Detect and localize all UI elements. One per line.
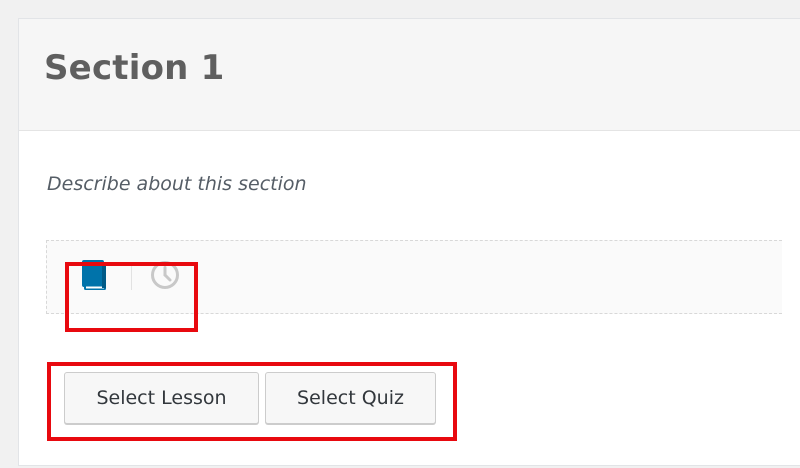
book-icon xyxy=(82,260,106,290)
icon-divider xyxy=(131,262,132,290)
clock-icon xyxy=(151,261,179,289)
select-quiz-button[interactable]: Select Quiz xyxy=(265,372,436,424)
select-lesson-button[interactable]: Select Lesson xyxy=(64,372,259,424)
page-canvas: Section 1 Describe about this section Se… xyxy=(0,0,800,468)
section-title[interactable]: Section 1 xyxy=(44,48,224,88)
lesson-type-toggle[interactable] xyxy=(77,258,111,292)
quiz-type-toggle[interactable] xyxy=(148,258,182,292)
section-description[interactable]: Describe about this section xyxy=(47,171,307,197)
